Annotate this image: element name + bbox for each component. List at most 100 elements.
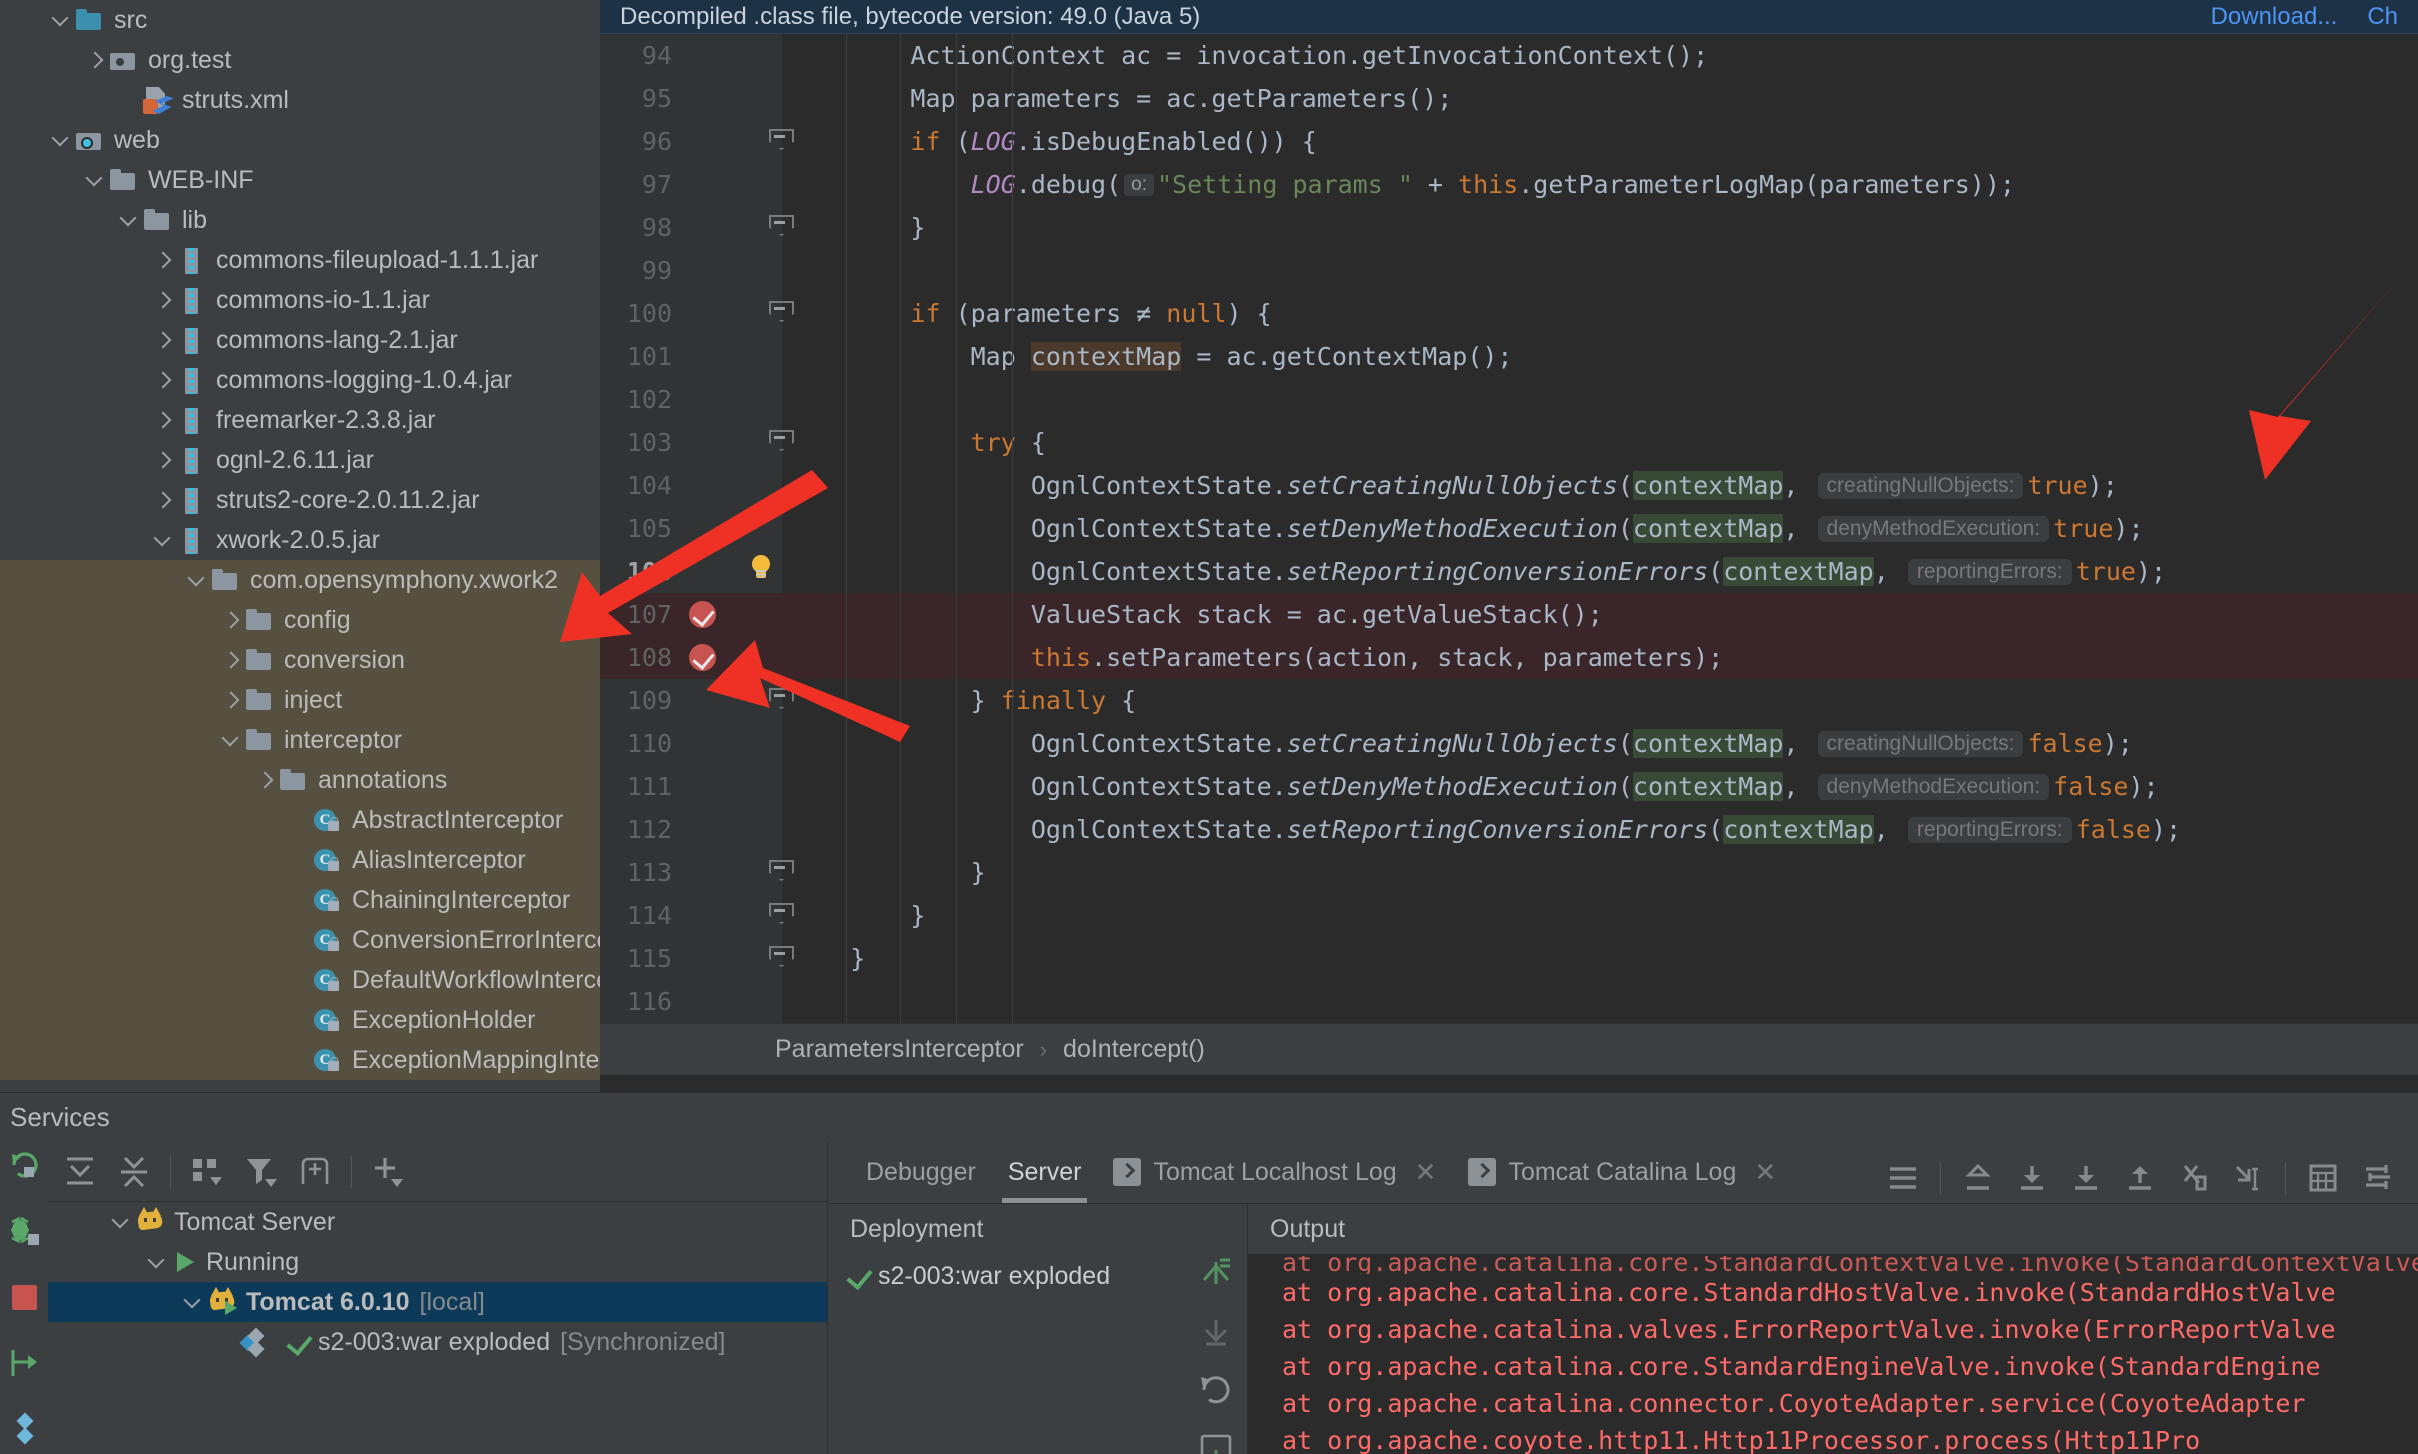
run-to-cursor-icon[interactable] <box>2231 1161 2265 1195</box>
fold-end-icon[interactable] <box>769 215 791 239</box>
tree-row[interactable]: xwork-2.0.5.jar <box>0 520 600 560</box>
chevron-right-icon[interactable] <box>82 47 108 73</box>
gutter[interactable]: 107 <box>600 593 782 636</box>
open-browser-icon[interactable] <box>1198 1430 1234 1454</box>
code-area[interactable]: 94 ActionContext ac = invocation.getInvo… <box>600 34 2418 1066</box>
code-line[interactable]: 105 OgnlContextState. setDenyMethodExecut… <box>600 507 2418 550</box>
close-tab-icon[interactable]: ✕ <box>1415 1157 1437 1188</box>
chevron-down-icon[interactable] <box>116 207 142 233</box>
tree-row[interactable]: src <box>0 0 600 40</box>
gutter[interactable]: 99 <box>600 249 782 292</box>
tree-row[interactable]: annotations <box>0 760 600 800</box>
rerun-debug-icon[interactable] <box>8 1214 42 1248</box>
gutter[interactable]: 101 <box>600 335 782 378</box>
chevron-right-icon[interactable] <box>218 607 244 633</box>
code-line[interactable]: 112 OgnlContextState. setReportingConvers… <box>600 808 2418 851</box>
tab-debugger[interactable]: Debugger <box>850 1141 992 1203</box>
chevron-down-icon[interactable] <box>180 1289 206 1315</box>
tree-row[interactable]: freemarker-2.3.8.jar <box>0 400 600 440</box>
fold-collapse-icon[interactable] <box>769 301 791 325</box>
service-tree-row[interactable]: Tomcat Server <box>48 1202 827 1242</box>
tree-row[interactable]: interceptor <box>0 720 600 760</box>
stop-icon[interactable] <box>8 1280 42 1314</box>
gutter[interactable]: 97 <box>600 163 782 206</box>
debugger-stepping-toolbar[interactable] <box>1886 1161 2418 1203</box>
gutter[interactable]: 113 <box>600 851 785 894</box>
layout-icon[interactable] <box>8 1412 42 1446</box>
fold-collapse-icon[interactable] <box>769 129 791 153</box>
chevron-down-icon[interactable] <box>48 7 74 33</box>
code-line[interactable]: 114 } <box>600 894 2418 937</box>
group-by-icon[interactable] <box>189 1154 225 1190</box>
chevron-right-icon[interactable] <box>150 447 176 473</box>
tab-tomcat-localhost-log[interactable]: Tomcat Localhost Log ✕ <box>1097 1141 1452 1203</box>
chevron-down-icon[interactable] <box>82 167 108 193</box>
deploy-artifact-icon[interactable] <box>1198 1256 1234 1292</box>
gutter[interactable]: 94 <box>600 34 782 77</box>
fold-collapse-icon[interactable] <box>769 688 791 712</box>
step-out-icon[interactable] <box>1961 1161 1995 1195</box>
add-service-icon[interactable] <box>370 1154 406 1190</box>
gutter[interactable]: 115 <box>600 937 785 980</box>
choose-sources-link[interactable]: Ch <box>2367 3 2398 31</box>
tree-row[interactable]: conversion <box>0 640 600 680</box>
run-controls-strip[interactable] <box>0 1142 48 1454</box>
gutter[interactable]: 98 <box>600 206 785 249</box>
step-into-icon[interactable] <box>2069 1161 2103 1195</box>
chevron-right-icon[interactable] <box>150 407 176 433</box>
tree-row[interactable]: org.test <box>0 40 600 80</box>
code-line[interactable]: 95 Map parameters = ac.getParameters(); <box>600 77 2418 120</box>
tree-row[interactable]: web <box>0 120 600 160</box>
step-over-icon[interactable] <box>2015 1161 2049 1195</box>
gutter[interactable]: 106 <box>600 550 782 593</box>
breakpoint-icon[interactable] <box>689 601 716 628</box>
chevron-right-icon[interactable] <box>218 647 244 673</box>
fold-end-icon[interactable] <box>769 946 791 970</box>
evaluate-icon[interactable] <box>2306 1161 2340 1195</box>
gutter[interactable]: 105 <box>600 507 782 550</box>
step-up-icon[interactable] <box>2123 1161 2157 1195</box>
tree-row[interactable]: struts.xml <box>0 80 600 120</box>
chevron-down-icon[interactable] <box>144 1249 170 1275</box>
tree-row[interactable]: lib <box>0 200 600 240</box>
filter-icon[interactable] <box>243 1154 279 1190</box>
chevron-right-icon[interactable] <box>150 487 176 513</box>
add-view-icon[interactable] <box>297 1154 333 1190</box>
tree-row[interactable]: ognl-2.6.11.jar <box>0 440 600 480</box>
code-line[interactable]: 94 ActionContext ac = invocation.getInvo… <box>600 34 2418 77</box>
chevron-right-icon[interactable] <box>218 687 244 713</box>
gutter[interactable]: 111 <box>600 765 782 808</box>
rerun-icon[interactable] <box>8 1148 42 1182</box>
code-line[interactable]: 116 <box>600 980 2418 1023</box>
code-line[interactable]: 102 <box>600 378 2418 421</box>
tree-row[interactable]: C ConversionErrorIntercep <box>0 920 600 960</box>
gutter[interactable]: 114 <box>600 894 785 937</box>
gutter[interactable]: 109 <box>600 679 785 722</box>
tree-row[interactable]: commons-fileupload-1.1.1.jar <box>0 240 600 280</box>
tree-row[interactable]: struts2-core-2.0.11.2.jar <box>0 480 600 520</box>
services-tree-panel[interactable]: Tomcat Server Running Tomcat 6.0.10 [local]… <box>48 1142 828 1454</box>
fold-collapse-icon[interactable] <box>769 430 791 454</box>
menu-icon[interactable] <box>1886 1161 1920 1195</box>
run-tool-tabs[interactable]: Debugger Server Tomcat Localhost Log ✕ Tomca… <box>828 1142 2418 1204</box>
service-tree-row[interactable]: Running <box>48 1242 827 1282</box>
undeploy-artifact-icon[interactable] <box>1198 1314 1234 1350</box>
output-log[interactable]: at org.apache.catalina.core.StandardCont… <box>1248 1254 2418 1454</box>
breakpoint-icon[interactable] <box>689 644 716 671</box>
code-line[interactable]: 107 ValueStack stack = ac.getValueStack(… <box>600 593 2418 636</box>
restart-icon[interactable] <box>8 1346 42 1380</box>
chevron-right-icon[interactable] <box>150 327 176 353</box>
code-line[interactable]: 99 <box>600 249 2418 292</box>
breadcrumb-class[interactable]: ParametersInterceptor <box>775 1035 1024 1064</box>
download-sources-link[interactable]: Download... <box>2211 3 2338 31</box>
chevron-right-icon[interactable] <box>150 287 176 313</box>
tree-row[interactable]: C DefaultWorkflowIntercep <box>0 960 600 1000</box>
code-line[interactable]: 111 OgnlContextState. setDenyMethodExecut… <box>600 765 2418 808</box>
gutter[interactable]: 108 <box>600 636 782 679</box>
gutter[interactable]: 102 <box>600 378 782 421</box>
tree-row[interactable]: commons-lang-2.1.jar <box>0 320 600 360</box>
deployment-side-toolbar[interactable] <box>1185 1204 1247 1454</box>
close-tab-icon[interactable]: ✕ <box>1754 1157 1776 1188</box>
code-line[interactable]: 108 this .setParameters(action, stack, pa… <box>600 636 2418 679</box>
tree-row[interactable]: WEB-INF <box>0 160 600 200</box>
